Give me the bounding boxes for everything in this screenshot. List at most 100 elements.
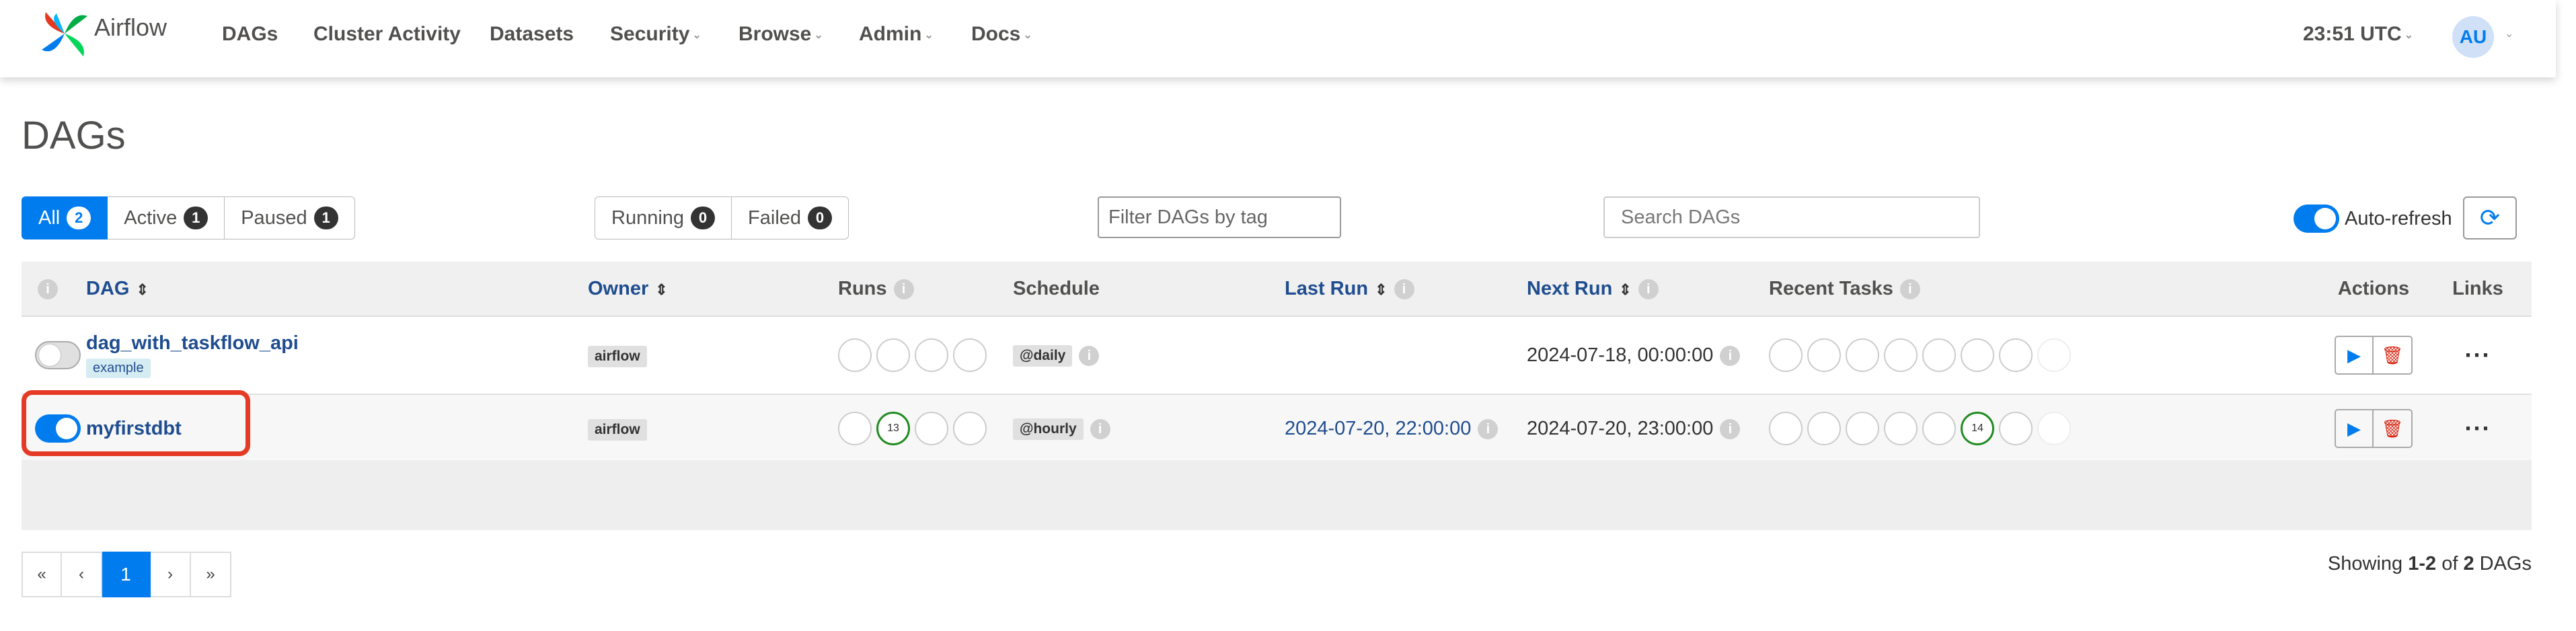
nav-admin-label: Admin [859, 23, 922, 45]
filter-paused-button[interactable]: Paused 1 [225, 196, 355, 239]
filter-active-count: 1 [184, 207, 209, 229]
dag-pause-toggle[interactable] [35, 414, 81, 443]
nav-security[interactable]: Security ⌄ [610, 23, 702, 46]
sort-icon[interactable]: ⇕ [655, 281, 667, 298]
dag-tag[interactable]: example [86, 359, 151, 378]
info-icon[interactable]: i [1079, 345, 1100, 366]
dag-id-link[interactable]: dag_with_taskflow_api [86, 332, 588, 355]
dag-runs-circles [838, 338, 1013, 372]
task-state-circle[interactable] [1846, 412, 1879, 445]
page-next-button[interactable]: › [151, 552, 191, 597]
last-run-value[interactable]: 2024-07-20, 22:00:00 [1285, 418, 1471, 439]
info-icon[interactable]: i [1899, 279, 1920, 299]
filter-all-button[interactable]: All 2 [22, 196, 108, 239]
run-state-circle[interactable] [838, 338, 872, 372]
page-last-button[interactable]: » [191, 552, 231, 597]
nav-browse[interactable]: Browse ⌄ [738, 23, 823, 46]
filter-failed-label: Failed [748, 207, 802, 229]
col-next-run[interactable]: Next Run [1527, 278, 1612, 299]
task-state-circle[interactable] [1922, 412, 1956, 445]
owner-badge[interactable]: airflow [588, 345, 647, 367]
brand-logo[interactable]: Airflow [39, 7, 167, 61]
nav-docs[interactable]: Docs ⌄ [971, 23, 1032, 46]
recent-tasks-circles: 14 [1769, 412, 2323, 445]
info-icon[interactable]: i [1478, 418, 1499, 439]
page-current-button[interactable]: 1 [102, 552, 151, 597]
timezone-clock[interactable]: 23:51 UTC ⌄ [2303, 23, 2413, 46]
page-first-button[interactable]: « [22, 552, 62, 597]
info-icon[interactable]: i [1090, 418, 1110, 439]
task-state-circle[interactable] [1769, 412, 1803, 445]
schedule-badge[interactable]: @hourly [1013, 418, 1084, 440]
nav-cluster-activity[interactable]: Cluster Activity [313, 23, 461, 46]
sort-icon[interactable]: ⇕ [1619, 281, 1631, 298]
task-state-circle[interactable] [1807, 412, 1841, 445]
task-state-circle[interactable] [1922, 338, 1956, 372]
sort-icon[interactable]: ⇕ [1375, 281, 1387, 298]
dags-table: i DAG ⇕ Owner ⇕ Runs i Schedule Last Run ⇕ i … [22, 262, 2532, 463]
col-last-run[interactable]: Last Run [1285, 278, 1368, 299]
task-state-circle-success[interactable]: 14 [1961, 412, 1994, 445]
task-state-circle[interactable] [1846, 338, 1879, 372]
dag-pause-toggle[interactable] [35, 341, 81, 369]
chevron-down-icon: ⌄ [924, 30, 934, 42]
task-state-circle[interactable] [2037, 338, 2071, 372]
chevron-down-icon: ⌄ [1023, 30, 1032, 42]
filter-running-button[interactable]: Running 0 [595, 196, 732, 239]
col-actions: Actions [2337, 277, 2410, 299]
filter-failed-button[interactable]: Failed 0 [732, 196, 849, 239]
task-state-circle[interactable] [1884, 412, 1918, 445]
info-icon[interactable]: i [893, 279, 914, 299]
nav-docs-label: Docs [971, 23, 1021, 45]
page-prev-button[interactable]: ‹ [62, 552, 102, 597]
search-dags-input[interactable]: Search DAGs [1603, 196, 1980, 238]
autorefresh-label: Auto-refresh [2345, 207, 2452, 229]
sort-icon[interactable]: ⇕ [136, 281, 148, 298]
run-state-circle-success[interactable]: 13 [876, 412, 910, 445]
task-state-circle[interactable] [1807, 338, 1841, 372]
task-state-circle[interactable] [1999, 338, 2033, 372]
tag-filter-input[interactable]: Filter DAGs by tag [1098, 196, 1341, 238]
task-state-circle[interactable] [2037, 412, 2071, 445]
schedule-badge[interactable]: @daily [1013, 344, 1073, 367]
col-owner[interactable]: Owner [588, 278, 648, 299]
more-links-icon[interactable]: ··· [2465, 341, 2491, 369]
nav-dags[interactable]: DAGs [222, 23, 278, 46]
user-avatar[interactable]: AU [2452, 16, 2494, 58]
task-state-circle[interactable] [1769, 338, 1803, 372]
run-state-circle[interactable] [953, 412, 987, 445]
run-state-circle[interactable] [915, 338, 948, 372]
task-state-circle[interactable] [1999, 412, 2033, 445]
more-links-icon[interactable]: ··· [2465, 414, 2491, 442]
delete-dag-button[interactable]: 🗑 [2374, 409, 2413, 448]
table-header-row: i DAG ⇕ Owner ⇕ Runs i Schedule Last Run ⇕ i … [22, 262, 2532, 317]
nav-admin[interactable]: Admin ⌄ [859, 23, 934, 46]
owner-badge[interactable]: airflow [588, 418, 647, 441]
info-icon[interactable]: i [1638, 279, 1659, 299]
chevron-down-icon[interactable]: ⌄ [2505, 27, 2513, 40]
table-row: dag_with_taskflow_api example airflow @d… [22, 316, 2532, 395]
filter-failed-count: 0 [808, 207, 833, 229]
info-icon[interactable]: i [38, 279, 58, 299]
delete-dag-button[interactable]: 🗑 [2374, 336, 2413, 375]
info-icon[interactable]: i [1394, 279, 1414, 299]
run-state-circle[interactable] [876, 338, 910, 372]
trigger-dag-button[interactable]: ▶ [2335, 336, 2374, 375]
info-icon[interactable]: i [1720, 345, 1741, 366]
autorefresh-toggle[interactable] [2294, 205, 2339, 233]
run-state-circle[interactable] [838, 412, 872, 445]
run-state-circle[interactable] [915, 412, 948, 445]
filter-active-button[interactable]: Active 1 [108, 196, 225, 239]
trigger-dag-button[interactable]: ▶ [2335, 409, 2374, 448]
task-state-circle[interactable] [1961, 338, 1994, 372]
nav-datasets[interactable]: Datasets [490, 23, 574, 46]
refresh-button[interactable]: ⟳ [2463, 196, 2517, 239]
info-icon[interactable]: i [1720, 418, 1741, 439]
showing-of: of [2436, 553, 2464, 574]
dag-id-link[interactable]: myfirstdbt [86, 418, 588, 440]
filter-paused-count: 1 [313, 207, 338, 229]
run-state-circle[interactable] [953, 338, 987, 372]
filter-all-count: 2 [67, 207, 91, 229]
col-dag[interactable]: DAG [86, 278, 129, 299]
task-state-circle[interactable] [1884, 338, 1918, 372]
